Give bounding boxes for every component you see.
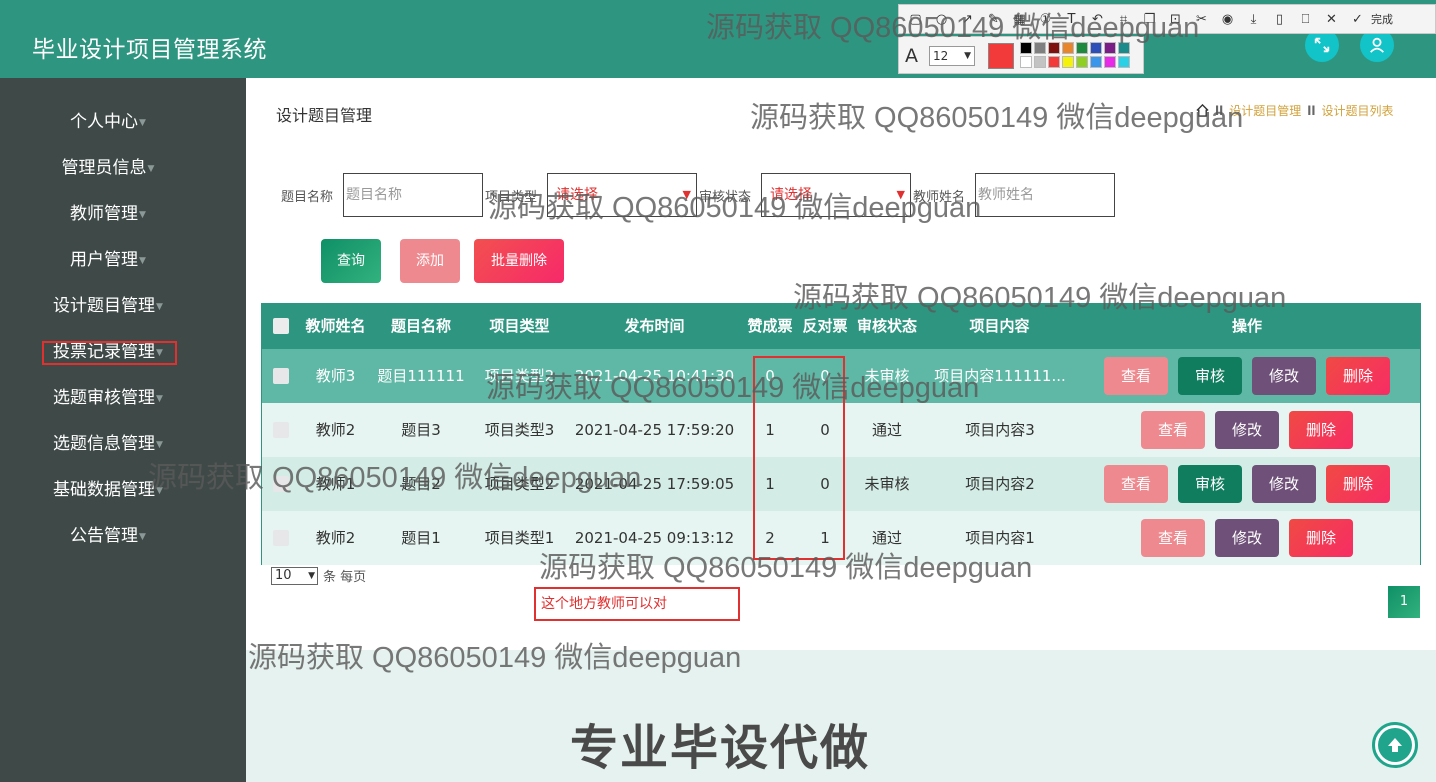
phone-icon[interactable]: ▯ <box>1271 11 1288 28</box>
page-size-select[interactable]: 10 ▼ <box>271 566 318 585</box>
scroll-to-top-button[interactable] <box>1372 722 1418 768</box>
delete-button[interactable]: 删除 <box>1326 357 1390 395</box>
color-swatch[interactable] <box>1118 56 1130 68</box>
close-icon[interactable]: ✕ <box>1323 11 1340 28</box>
sidebar-item-selection-audit[interactable]: 选题审核管理▼ <box>0 385 216 411</box>
topic-name-label: 题目名称 <box>281 190 334 205</box>
watermark: 源码获取 QQ86050149 微信deepguan <box>750 102 1244 134</box>
edit-button[interactable]: 修改 <box>1215 411 1279 449</box>
caret-down-icon: ▼ <box>139 532 146 542</box>
current-color-swatch[interactable] <box>988 43 1014 69</box>
done-label[interactable]: 完成 <box>1371 11 1393 27</box>
view-button[interactable]: 查看 <box>1104 465 1168 503</box>
sidebar-item-topics[interactable]: 设计题目管理▼ <box>0 293 216 319</box>
audit-button[interactable]: 审核 <box>1178 357 1242 395</box>
add-button[interactable]: 添加 <box>400 239 460 283</box>
cell-teacher: 教师3 <box>315 367 356 385</box>
cell-content: 项目内容2 <box>965 475 1035 493</box>
sidebar: 个人中心▼ 管理员信息▼ 教师管理▼ 用户管理▼ 设计题目管理▼ 投票记录管理▼… <box>0 78 246 782</box>
teacher-name-input[interactable]: 教师姓名 <box>975 173 1115 217</box>
sidebar-item-users[interactable]: 用户管理▼ <box>0 247 216 273</box>
sidebar-item-notices[interactable]: 公告管理▼ <box>0 523 216 549</box>
sidebar-item-profile[interactable]: 个人中心▼ <box>0 109 216 135</box>
cell-status: 通过 <box>871 421 902 439</box>
view-button[interactable]: 查看 <box>1141 411 1205 449</box>
watermark: 源码获取 QQ86050149 微信deepguan <box>706 12 1200 44</box>
watermark: 源码获取 QQ86050149 微信deepguan <box>793 282 1287 314</box>
watermark: 源码获取 QQ86050149 微信deepguan <box>148 462 642 494</box>
record-icon[interactable]: ◉ <box>1219 11 1236 28</box>
caret-down-icon: ▼ <box>139 210 146 220</box>
font-size-select[interactable]: 12 ▼ <box>929 46 975 66</box>
watermark: 源码获取 QQ86050149 微信deepguan <box>486 372 980 404</box>
user-icon <box>1370 37 1384 53</box>
check-icon[interactable]: ✓ <box>1349 11 1366 28</box>
delete-button[interactable]: 删除 <box>1326 465 1390 503</box>
cell-type: 项目类型3 <box>484 421 555 439</box>
column-header: 题目名称 <box>390 317 451 335</box>
view-button[interactable]: 查看 <box>1141 519 1205 557</box>
caret-down-icon: ▼ <box>156 440 163 450</box>
row-checkbox[interactable] <box>273 422 289 438</box>
expand-icon <box>1314 37 1330 53</box>
cell-teacher: 教师2 <box>315 529 356 547</box>
caret-down-icon: ▼ <box>139 118 146 128</box>
select-all-checkbox[interactable] <box>273 318 289 334</box>
topic-name-input[interactable]: 题目名称 <box>343 173 483 217</box>
delete-button[interactable]: 删除 <box>1289 411 1353 449</box>
cell-content: 项目内容3 <box>965 421 1035 439</box>
promo-text: 专业毕设代做 <box>570 720 871 776</box>
column-header: 项目类型 <box>489 317 550 335</box>
edit-button[interactable]: 修改 <box>1252 357 1316 395</box>
cell-topic: 题目3 <box>401 421 441 439</box>
page-size-suffix: 条 每页 <box>323 570 367 585</box>
cell-topic: 题目111111 <box>377 367 465 385</box>
color-swatch[interactable] <box>1062 56 1074 68</box>
arrow-up-icon <box>1388 738 1402 752</box>
color-swatch[interactable] <box>1048 56 1060 68</box>
color-swatch[interactable] <box>1104 56 1116 68</box>
column-header: 教师姓名 <box>305 317 366 335</box>
caret-down-icon: ▼ <box>156 394 163 404</box>
breadcrumb-item: 设计题目列表 <box>1321 104 1394 118</box>
audit-button[interactable]: 审核 <box>1178 465 1242 503</box>
download-icon[interactable]: ⤓ <box>1245 11 1262 28</box>
bookmark-icon[interactable]: ⎕ <box>1297 11 1314 28</box>
column-header: 赞成票 <box>747 317 793 335</box>
cell-time: 2021-04-25 17:59:20 <box>574 421 735 439</box>
annotation-text-box[interactable]: 这个地方教师可以对 <box>534 587 740 621</box>
color-swatch[interactable] <box>1090 56 1102 68</box>
chevron-down-icon: ▼ <box>308 570 315 581</box>
font-icon: A <box>905 45 918 67</box>
caret-down-icon: ▼ <box>147 164 155 174</box>
page-number-button[interactable]: 1 <box>1388 586 1420 618</box>
color-swatch[interactable] <box>1034 56 1046 68</box>
annotation-highlight-box <box>42 341 177 365</box>
cell-topic: 题目1 <box>401 529 441 547</box>
delete-button[interactable]: 删除 <box>1289 519 1353 557</box>
sidebar-item-teachers[interactable]: 教师管理▼ <box>0 201 216 227</box>
edit-button[interactable]: 修改 <box>1215 519 1279 557</box>
breadcrumb-separator: ll <box>1307 103 1316 118</box>
page-title: 设计题目管理 <box>276 106 373 125</box>
sidebar-item-admin[interactable]: 管理员信息▼ <box>0 155 216 181</box>
cell-teacher: 教师2 <box>315 421 356 439</box>
query-button[interactable]: 查询 <box>321 239 381 283</box>
watermark: 源码获取 QQ86050149 微信deepguan <box>539 552 1033 584</box>
color-swatch[interactable] <box>1076 56 1088 68</box>
watermark: 源码获取 QQ86050149 微信deepguan <box>248 642 742 674</box>
column-header: 发布时间 <box>624 317 685 335</box>
batch-delete-button[interactable]: 批量删除 <box>474 239 564 283</box>
view-button[interactable]: 查看 <box>1104 357 1168 395</box>
watermark: 源码获取 QQ86050149 微信deepguan <box>488 192 982 224</box>
caret-down-icon: ▼ <box>156 302 163 312</box>
caret-down-icon: ▼ <box>139 256 146 266</box>
row-checkbox[interactable] <box>273 368 289 384</box>
app-title: 毕业设计项目管理系统 <box>32 37 267 63</box>
edit-button[interactable]: 修改 <box>1252 465 1316 503</box>
row-checkbox[interactable] <box>273 530 289 546</box>
cell-status: 未审核 <box>864 475 910 493</box>
pagination-size: 10 ▼ 条 每页 <box>271 566 366 585</box>
color-swatch[interactable] <box>1020 56 1032 68</box>
